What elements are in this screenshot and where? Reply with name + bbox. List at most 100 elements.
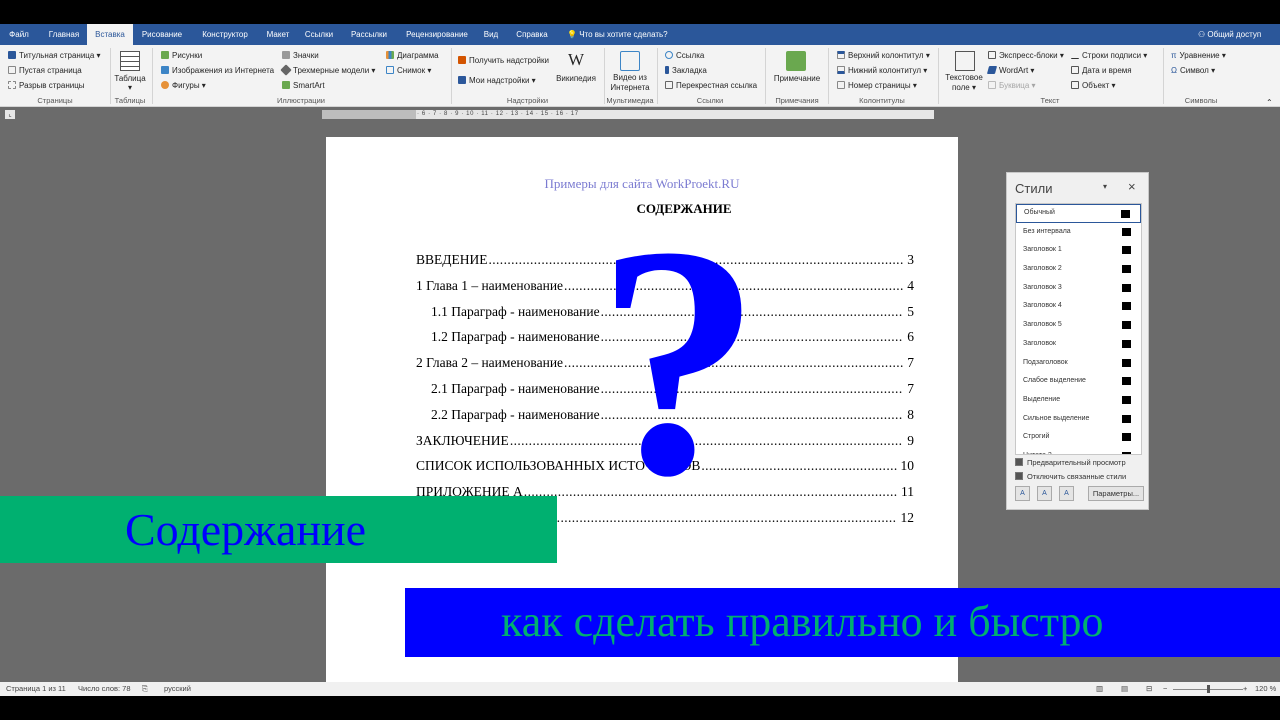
cover-page-button[interactable]: Титульная страница ▾ xyxy=(8,50,101,61)
read-mode-icon[interactable]: ▥ xyxy=(1096,682,1103,696)
style-item[interactable]: Заголовок 4 xyxy=(1016,297,1141,316)
style-item[interactable]: Без интервала xyxy=(1016,223,1141,242)
print-layout-icon[interactable]: ▤ xyxy=(1121,682,1128,696)
style-item[interactable]: Сильное выделение xyxy=(1016,410,1141,429)
signature-line-button[interactable]: Строки подписи ▾ xyxy=(1071,50,1147,61)
style-item[interactable]: Заголовок xyxy=(1016,335,1141,354)
web-layout-icon[interactable]: ⊟ xyxy=(1146,682,1152,696)
options-button[interactable]: Параметры... xyxy=(1088,486,1144,501)
text-box-button-line2[interactable]: поле ▾ xyxy=(942,83,986,93)
share-button[interactable]: ⚇ Общий доступ xyxy=(1198,24,1261,45)
object-button[interactable]: Объект ▾ xyxy=(1071,80,1116,91)
table-dropdown-arrow[interactable]: ▾ xyxy=(112,83,148,93)
bookmark-button[interactable]: Закладка xyxy=(665,65,707,76)
online-video-button[interactable]: Видео из xyxy=(606,73,654,83)
smartart-button[interactable]: SmartArt xyxy=(282,80,325,91)
language-status[interactable]: русский xyxy=(164,682,191,696)
header-button[interactable]: Верхний колонтитул ▾ xyxy=(837,50,930,61)
tab-5[interactable]: Макет xyxy=(262,24,294,45)
footer-button[interactable]: Нижний колонтитул ▾ xyxy=(837,65,927,76)
style-item[interactable]: Заголовок 2 xyxy=(1016,260,1141,279)
cross-reference-button[interactable]: Перекрестная ссылка xyxy=(665,80,757,91)
word-count-status[interactable]: Число слов: 78 xyxy=(78,682,131,696)
wikipedia-button[interactable]: Википедия xyxy=(554,74,598,84)
tell-me-search[interactable]: 💡 Что вы хотите сделать? xyxy=(567,24,668,45)
style-item[interactable]: Слабое выделение xyxy=(1016,372,1141,391)
page-number-button[interactable]: Номер страницы ▾ xyxy=(837,80,917,91)
collapse-ribbon-icon[interactable]: ⌃ xyxy=(1266,97,1273,108)
blank-page-button[interactable]: Пустая страница xyxy=(8,65,82,76)
style-item[interactable]: Заголовок 1 xyxy=(1016,241,1141,260)
group-label-comments: Примечания xyxy=(775,96,819,105)
new-style-button[interactable]: A xyxy=(1015,486,1030,501)
tab-2[interactable]: Вставка xyxy=(87,24,133,45)
table-icon[interactable] xyxy=(120,51,140,71)
manage-styles-button[interactable]: A xyxy=(1059,486,1074,501)
question-mark-graphic: ? xyxy=(596,179,761,544)
screenshot-button[interactable]: Снимок ▾ xyxy=(386,65,431,76)
group-label-header-footer: Колонтитулы xyxy=(859,96,905,105)
chart-button[interactable]: Диаграмма xyxy=(386,50,439,61)
toc-entry-text: 1.2 Параграф - наименование xyxy=(431,327,601,354)
tab-4[interactable]: Конструктор xyxy=(196,24,254,45)
online-video-button-line2[interactable]: Интернета xyxy=(606,83,654,93)
text-box-button[interactable]: Текстовое xyxy=(942,73,986,83)
drop-cap-button[interactable]: Буквица ▾ xyxy=(988,80,1036,91)
disable-linked-checkbox[interactable]: Отключить связанные стили xyxy=(1015,472,1126,481)
ribbon-separator xyxy=(657,48,658,104)
zoom-slider-thumb[interactable] xyxy=(1207,685,1210,693)
tab-7[interactable]: Рассылки xyxy=(348,24,390,45)
tab-1[interactable]: Главная xyxy=(47,24,81,45)
pane-options-chevron-icon[interactable]: ▾ xyxy=(1103,182,1107,191)
comment-button[interactable]: Примечание xyxy=(770,74,824,84)
paragraph-style-icon xyxy=(1122,227,1131,236)
zoom-in-icon[interactable]: + xyxy=(1243,682,1247,696)
tab-10[interactable]: Справка xyxy=(513,24,551,45)
header-icon xyxy=(837,51,845,59)
date-time-button[interactable]: Дата и время xyxy=(1071,65,1132,76)
blank-page-label: Пустая страница xyxy=(19,66,82,75)
page-break-button[interactable]: Разрыв страницы xyxy=(8,80,85,91)
tab-3[interactable]: Рисование xyxy=(138,24,186,45)
get-addins-button[interactable]: Получить надстройки xyxy=(458,55,549,66)
styles-list[interactable]: Обычный Без интервала Заголовок 1 Заголовок… xyxy=(1015,203,1142,455)
wordart-button[interactable]: WordArt ▾ xyxy=(986,65,1034,76)
icons-button[interactable]: Значки xyxy=(282,50,319,61)
pictures-button[interactable]: Рисунки xyxy=(161,50,202,61)
paragraph-style-icon xyxy=(1122,283,1131,292)
style-item[interactable]: Заголовок 5 xyxy=(1016,316,1141,335)
style-inspector-button[interactable]: A xyxy=(1037,486,1052,501)
online-pictures-button[interactable]: Изображения из Интернета xyxy=(161,65,274,76)
style-item[interactable]: Выделение xyxy=(1016,391,1141,410)
zoom-level[interactable]: 120 % xyxy=(1255,682,1276,696)
close-icon[interactable]: × xyxy=(1128,179,1136,194)
tab-0[interactable]: Файл xyxy=(8,24,30,45)
style-item[interactable]: Заголовок 3 xyxy=(1016,279,1141,298)
tab-selector[interactable]: ⌞ xyxy=(5,110,15,119)
zoom-out-icon[interactable]: − xyxy=(1163,682,1167,696)
style-item[interactable]: Подзаголовок xyxy=(1016,354,1141,373)
preview-checkbox[interactable]: Предварительный просмотр xyxy=(1015,458,1126,467)
tab-9[interactable]: Вид xyxy=(481,24,501,45)
toc-page-number: 8 xyxy=(903,404,914,431)
ribbon-separator xyxy=(1163,48,1164,104)
tab-6[interactable]: Ссылки xyxy=(302,24,336,45)
symbol-button[interactable]: Ω Символ ▾ xyxy=(1171,65,1215,76)
paragraph-style-icon xyxy=(1122,433,1131,442)
quick-parts-button[interactable]: Экспресс-блоки ▾ xyxy=(988,50,1064,61)
group-label-links: Ссылки xyxy=(696,96,724,105)
style-item[interactable]: Обычный xyxy=(1016,204,1141,223)
3d-models-button[interactable]: Трехмерные модели ▾ xyxy=(280,64,375,76)
page-count-status[interactable]: Страница 1 из 11 xyxy=(6,682,66,696)
signature-line-icon xyxy=(1071,51,1079,59)
calendar-icon xyxy=(1071,66,1079,74)
style-item-label: Подзаголовок xyxy=(1023,358,1068,366)
my-addins-button[interactable]: Мои надстройки ▾ xyxy=(458,75,536,86)
style-item[interactable]: Цитата 2 xyxy=(1016,447,1141,454)
equation-button[interactable]: π Уравнение ▾ xyxy=(1171,50,1226,61)
shapes-button[interactable]: Фигуры ▾ xyxy=(161,80,206,91)
tab-8[interactable]: Рецензирование xyxy=(403,24,471,45)
link-button[interactable]: Ссылка xyxy=(665,50,704,61)
style-item[interactable]: Строгий xyxy=(1016,428,1141,447)
proofing-icon[interactable]: ⎘ xyxy=(142,682,148,696)
